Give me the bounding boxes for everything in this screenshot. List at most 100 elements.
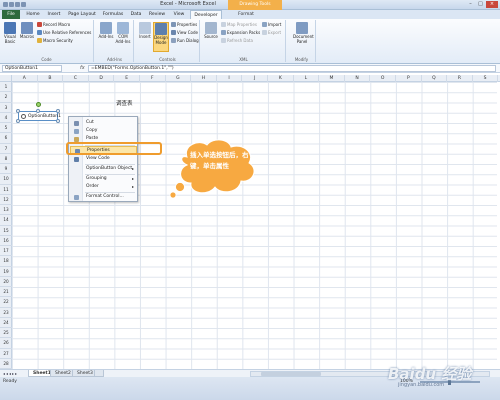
column-header[interactable]: B bbox=[38, 75, 64, 82]
column-header[interactable]: F bbox=[140, 75, 166, 82]
tab-format[interactable]: Format bbox=[234, 10, 258, 19]
row-header[interactable]: 12 bbox=[0, 195, 12, 205]
refresh-data-button[interactable]: Refresh Data bbox=[221, 38, 253, 44]
row-header[interactable]: 23 bbox=[0, 308, 12, 318]
column-header[interactable]: G bbox=[166, 75, 192, 82]
row-header[interactable]: 6 bbox=[0, 133, 12, 144]
column-header[interactable]: J bbox=[242, 75, 268, 82]
design-mode-button[interactable]: Design Mode bbox=[153, 22, 169, 52]
column-header[interactable]: K bbox=[268, 75, 294, 82]
run-dialog-button[interactable]: Run Dialog bbox=[171, 38, 199, 44]
row-header[interactable]: 24 bbox=[0, 318, 12, 328]
column-header[interactable]: N bbox=[345, 75, 371, 82]
row-header[interactable]: 5 bbox=[0, 123, 12, 134]
view-code-ribbon-button[interactable]: View Code bbox=[171, 30, 198, 36]
resize-handle-ne[interactable] bbox=[56, 109, 60, 113]
row-header[interactable]: 21 bbox=[0, 287, 12, 298]
minimize-icon[interactable]: – bbox=[466, 1, 475, 8]
save-icon[interactable] bbox=[9, 2, 14, 7]
row-header[interactable]: 16 bbox=[0, 236, 12, 246]
row-header[interactable]: 28 bbox=[0, 359, 12, 369]
column-header[interactable]: C bbox=[63, 75, 89, 82]
column-header[interactable]: E bbox=[114, 75, 140, 82]
record-macro-button[interactable]: Record Macro bbox=[37, 22, 70, 28]
column-header[interactable]: A bbox=[12, 75, 38, 82]
row-header[interactable]: 25 bbox=[0, 328, 12, 339]
formula-input[interactable]: =EMBED("Forms.OptionButton.1","") bbox=[88, 65, 496, 72]
row-header[interactable]: 1 bbox=[0, 82, 12, 93]
relative-references-button[interactable]: Use Relative References bbox=[37, 30, 91, 36]
column-header[interactable]: Q bbox=[422, 75, 448, 82]
redo-icon[interactable] bbox=[21, 2, 26, 7]
menu-item-cut[interactable]: Cut bbox=[70, 119, 137, 127]
menu-item-grouping[interactable]: Grouping ▸ bbox=[70, 175, 137, 183]
row-header[interactable]: 19 bbox=[0, 267, 12, 277]
column-header[interactable]: L bbox=[294, 75, 320, 82]
resize-handle-n[interactable] bbox=[36, 109, 40, 113]
menu-item-view-code[interactable]: View Code bbox=[70, 155, 137, 163]
column-header[interactable]: R bbox=[447, 75, 473, 82]
map-properties-button[interactable]: Map Properties bbox=[221, 22, 257, 28]
row-header[interactable]: 13 bbox=[0, 205, 12, 216]
tab-data[interactable]: Data bbox=[128, 10, 144, 19]
maximize-icon[interactable]: □ bbox=[476, 1, 485, 8]
row-header[interactable]: 3 bbox=[0, 103, 12, 113]
document-panel-button[interactable]: Document Panel bbox=[293, 22, 314, 44]
row-header[interactable]: 7 bbox=[0, 144, 12, 154]
row-header[interactable]: 18 bbox=[0, 256, 12, 267]
macro-security-button[interactable]: Macro Security bbox=[37, 38, 73, 44]
insert-function-icon[interactable]: fx bbox=[80, 65, 85, 71]
export-button[interactable]: Export bbox=[262, 30, 281, 36]
scrollbar-thumb[interactable] bbox=[261, 372, 321, 376]
row-header[interactable]: 27 bbox=[0, 349, 12, 359]
tab-page-layout[interactable]: Page Layout bbox=[66, 10, 98, 19]
row-header[interactable]: 2 bbox=[0, 92, 12, 103]
resize-handle-sw[interactable] bbox=[16, 119, 20, 123]
column-header[interactable]: M bbox=[319, 75, 345, 82]
tab-view[interactable]: View bbox=[170, 10, 188, 19]
properties-ribbon-button[interactable]: Properties bbox=[171, 22, 197, 28]
name-box[interactable]: OptionButton1 bbox=[2, 65, 62, 72]
row-header[interactable]: 22 bbox=[0, 297, 12, 308]
menu-item-format-control[interactable]: Format Control... bbox=[70, 193, 137, 201]
column-header[interactable]: S bbox=[473, 75, 499, 82]
menu-item-copy[interactable]: Copy bbox=[70, 127, 137, 135]
rotation-handle[interactable] bbox=[36, 102, 41, 107]
close-icon[interactable]: × bbox=[486, 1, 498, 8]
menu-item-optionbutton-object[interactable]: OptionButton Object ▸ bbox=[70, 165, 137, 173]
com-add-ins-button[interactable]: COM Add-Ins bbox=[115, 22, 131, 44]
resize-handle-se[interactable] bbox=[56, 119, 60, 123]
row-header[interactable]: 20 bbox=[0, 277, 12, 287]
new-sheet-icon[interactable] bbox=[94, 370, 104, 377]
tab-review[interactable]: Review bbox=[146, 10, 168, 19]
row-header[interactable]: 8 bbox=[0, 154, 12, 164]
column-header[interactable]: H bbox=[191, 75, 217, 82]
row-header[interactable]: 9 bbox=[0, 164, 12, 175]
tab-formulas[interactable]: Formulas bbox=[100, 10, 126, 19]
expansion-packs-button[interactable]: Expansion Packs bbox=[221, 30, 260, 36]
row-header[interactable]: 26 bbox=[0, 338, 12, 349]
row-header[interactable]: 10 bbox=[0, 174, 12, 185]
column-header[interactable]: I bbox=[217, 75, 243, 82]
row-header[interactable]: 14 bbox=[0, 215, 12, 226]
insert-control-button[interactable]: Insert bbox=[137, 22, 153, 40]
row-header[interactable]: 11 bbox=[0, 185, 12, 195]
sheet-nav-arrows-icon[interactable]: ◂◂◂▸▸ bbox=[3, 371, 18, 376]
row-header[interactable]: 17 bbox=[0, 246, 12, 257]
undo-icon[interactable] bbox=[15, 2, 20, 7]
resize-handle-nw[interactable] bbox=[16, 109, 20, 113]
xml-source-button[interactable]: Source bbox=[203, 22, 219, 40]
tab-file[interactable]: File bbox=[2, 10, 20, 19]
row-header[interactable]: 4 bbox=[0, 113, 12, 123]
row-header[interactable]: 15 bbox=[0, 226, 12, 236]
tab-home[interactable]: Home bbox=[24, 10, 42, 19]
visual-basic-button[interactable]: Visual Basic bbox=[2, 22, 18, 44]
tab-insert[interactable]: Insert bbox=[44, 10, 64, 19]
select-all-corner[interactable] bbox=[0, 75, 12, 82]
import-button[interactable]: Import bbox=[262, 22, 281, 28]
column-header[interactable]: D bbox=[89, 75, 115, 82]
menu-item-order[interactable]: Order ▸ bbox=[70, 183, 137, 191]
column-header[interactable]: O bbox=[370, 75, 396, 82]
tab-developer[interactable]: Developer bbox=[190, 10, 222, 19]
column-header[interactable]: P bbox=[396, 75, 422, 82]
